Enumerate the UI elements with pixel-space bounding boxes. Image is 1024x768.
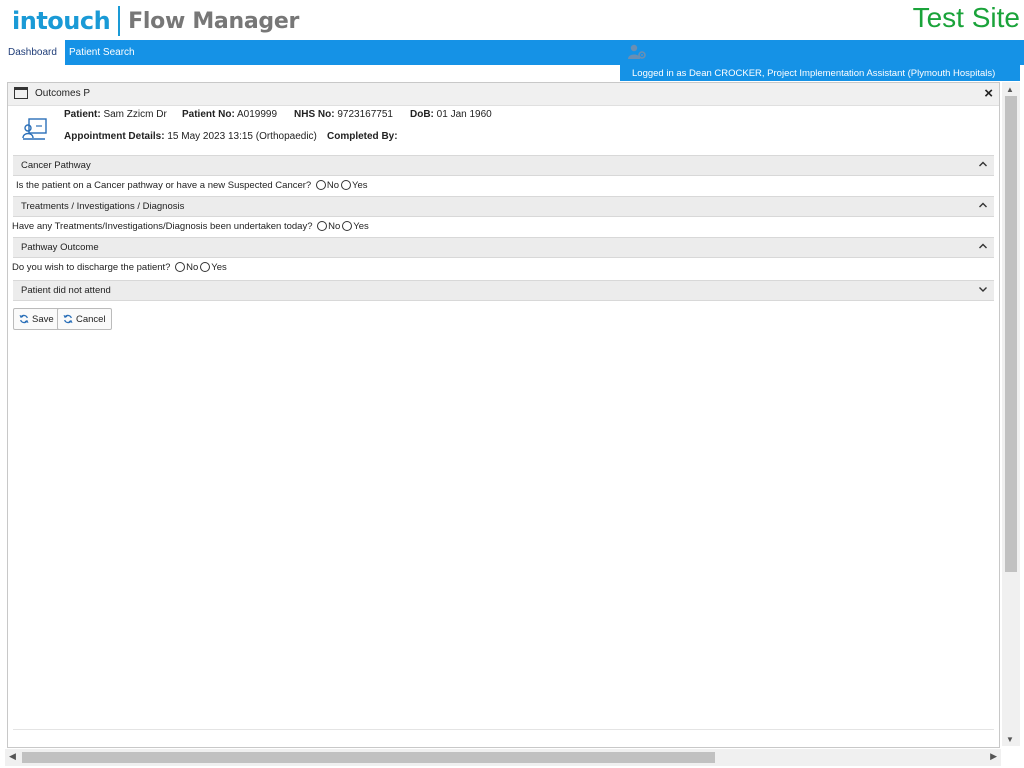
dob-label: DoB: xyxy=(410,109,434,120)
patient-name-label: Patient: xyxy=(64,109,101,120)
refresh-icon xyxy=(63,314,73,324)
environment-label: Test Site xyxy=(912,2,1020,33)
nhs-no-label: NHS No: xyxy=(294,109,335,120)
cancel-button[interactable]: Cancel xyxy=(57,308,112,330)
section-pathway-outcome: Pathway Outcome Do you wish to discharge… xyxy=(12,237,994,277)
logo-flow-manager-text: Flow Manager xyxy=(128,8,300,34)
section-title: Patient did not attend xyxy=(21,285,111,296)
patient-name-value: Sam Zzicm Dr xyxy=(103,109,167,120)
question-text-wrap: Have any Treatments/Investigations/Diagn… xyxy=(12,221,369,232)
completed-by-label: Completed By: xyxy=(327,131,398,142)
radio-yes[interactable] xyxy=(341,180,352,190)
question-text-wrap: Is the patient on a Cancer pathway or ha… xyxy=(16,180,368,191)
scroll-down-icon[interactable]: ▼ xyxy=(1006,735,1014,744)
patient-no-field: Patient No: A019999 xyxy=(182,109,277,120)
question-row: Do you wish to discharge the patient? No… xyxy=(12,258,994,277)
radio-yes[interactable] xyxy=(200,262,211,272)
chevron-up-icon[interactable] xyxy=(978,200,988,210)
chevron-up-icon[interactable] xyxy=(978,159,988,169)
radio-no-label: No xyxy=(186,262,199,273)
question-row: Is the patient on a Cancer pathway or ha… xyxy=(13,176,994,195)
radio-no-label: No xyxy=(328,221,341,232)
completed-by-field: Completed By: xyxy=(327,131,398,142)
window-title-bar: Outcomes P × xyxy=(8,83,999,106)
dob-field: DoB: 01 Jan 1960 xyxy=(410,109,492,120)
section-title: Pathway Outcome xyxy=(21,242,99,253)
appointment-label: Appointment Details: xyxy=(64,131,165,142)
section-header[interactable]: Cancer Pathway xyxy=(13,155,994,176)
horizontal-scrollbar[interactable]: ◀ ▶ xyxy=(5,749,1001,766)
patient-no-label: Patient No: xyxy=(182,109,235,120)
radio-no[interactable] xyxy=(317,221,328,231)
top-header: intouch Flow Manager Test Site xyxy=(0,0,1024,40)
vertical-scrollbar[interactable]: ▲ ▼ xyxy=(1002,82,1020,746)
save-button[interactable]: Save xyxy=(13,308,60,330)
logo-intouch-text: intouch xyxy=(12,7,111,35)
question-text-wrap: Do you wish to discharge the patient? No… xyxy=(12,262,227,273)
radio-yes-label: Yes xyxy=(211,262,227,273)
scroll-left-icon[interactable]: ◀ xyxy=(9,751,16,762)
appointment-field: Appointment Details: 15 May 2023 13:15 (… xyxy=(64,131,317,142)
section-cancer-pathway: Cancer Pathway Is the patient on a Cance… xyxy=(13,155,994,195)
window-title: Outcomes P xyxy=(35,88,91,99)
question-text: Is the patient on a Cancer pathway or ha… xyxy=(16,180,312,191)
patient-name-field: Patient: Sam Zzicm Dr xyxy=(64,109,167,120)
question-text: Have any Treatments/Investigations/Diagn… xyxy=(12,221,313,232)
radio-no-label: No xyxy=(326,180,340,191)
section-header[interactable]: Treatments / Investigations / Diagnosis xyxy=(13,196,994,217)
nhs-no-value: 9723167751 xyxy=(337,109,393,120)
tab-patient-search[interactable]: Patient Search xyxy=(61,40,143,65)
outcomes-window: Outcomes P × Patient: Sam Zzicm Dr Patie… xyxy=(7,82,1000,748)
question-text: Do you wish to discharge the patient? xyxy=(12,262,171,273)
save-button-label: Save xyxy=(32,313,54,325)
patient-board-icon xyxy=(22,118,47,140)
user-info-panel: Logged in as Dean CROCKER, Project Imple… xyxy=(620,40,1020,81)
radio-yes-label: Yes xyxy=(353,221,369,232)
question-row: Have any Treatments/Investigations/Diagn… xyxy=(12,217,994,236)
section-treatments: Treatments / Investigations / Diagnosis … xyxy=(12,196,994,236)
patient-no-value: A019999 xyxy=(237,109,278,120)
logged-in-text: Logged in as Dean CROCKER, Project Imple… xyxy=(632,68,996,79)
cancel-button-label: Cancel xyxy=(76,313,106,325)
user-settings-icon[interactable] xyxy=(628,44,646,60)
chevron-up-icon[interactable] xyxy=(978,241,988,251)
vertical-scroll-thumb[interactable] xyxy=(1005,96,1017,572)
section-title: Treatments / Investigations / Diagnosis xyxy=(21,201,185,212)
close-icon[interactable]: × xyxy=(984,85,993,102)
refresh-icon xyxy=(19,314,29,324)
radio-yes[interactable] xyxy=(342,221,353,231)
appointment-value: 15 May 2023 13:15 (Orthopaedic) xyxy=(167,131,317,142)
dob-value: 01 Jan 1960 xyxy=(436,109,492,120)
section-header[interactable]: Patient did not attend xyxy=(13,280,994,301)
section-did-not-attend: Patient did not attend xyxy=(13,280,994,301)
chevron-down-icon[interactable] xyxy=(978,284,988,294)
horizontal-scroll-thumb[interactable] xyxy=(22,752,715,763)
scroll-right-icon[interactable]: ▶ xyxy=(990,751,997,762)
section-header[interactable]: Pathway Outcome xyxy=(13,237,994,258)
radio-no[interactable] xyxy=(315,180,326,190)
scroll-up-icon[interactable]: ▲ xyxy=(1006,85,1014,94)
logo-divider xyxy=(118,6,121,36)
divider xyxy=(13,729,994,730)
radio-yes-label: Yes xyxy=(352,180,368,191)
nhs-no-field: NHS No: 9723167751 xyxy=(294,109,393,120)
section-title: Cancer Pathway xyxy=(21,160,91,171)
radio-no[interactable] xyxy=(175,262,186,272)
tab-dashboard[interactable]: Dashboard xyxy=(0,40,65,65)
app-logo: intouch Flow Manager xyxy=(12,5,299,37)
window-icon xyxy=(14,87,28,99)
